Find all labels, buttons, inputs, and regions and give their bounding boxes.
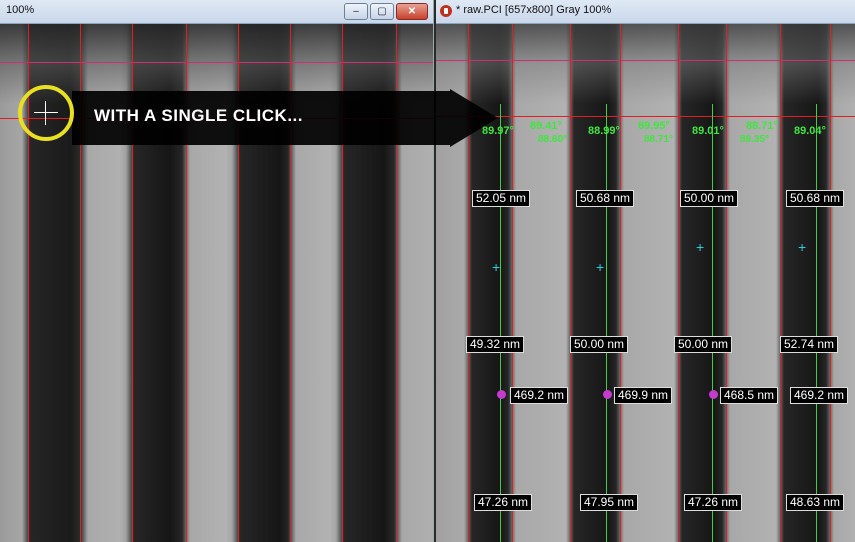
sidewall-angle: 89.04° [794,125,826,137]
cd-top-label[interactable]: 50.00 nm [680,190,739,207]
right-window-title: * raw.PCI [657x800] Gray 100% [456,4,612,16]
sidewall-angle: 89.95° [638,120,670,132]
callout-banner: WITH A SINGLE CLICK... [72,89,498,147]
reference-line [436,60,855,61]
close-icon: ✕ [407,6,417,17]
left-window-title: 100% [6,4,35,16]
click-highlight-ring [18,85,74,141]
cd-bottom-label[interactable]: 47.95 nm [580,494,639,511]
minimize-button[interactable]: ‒ [344,3,368,20]
maximize-button[interactable]: ▢ [370,3,394,20]
left-image-window[interactable]: 100% ‒ ▢ ✕ [0,0,434,542]
edge-contour [726,24,727,542]
sidewall-angle: 89.01° [692,125,724,137]
centroid-cross-icon: + [798,239,807,255]
cd-mid-label[interactable]: 50.00 nm [570,336,629,353]
cd-bottom-label[interactable]: 48.63 nm [786,494,845,511]
edge-contour [830,24,831,542]
edge-contour [780,24,781,542]
cd-mid-label[interactable]: 49.32 nm [466,336,525,353]
centroid-cross-icon: + [596,259,605,275]
sidewall-angle: 88.99° [588,125,620,137]
fit-line [606,104,607,542]
cd-top-label[interactable]: 50.68 nm [786,190,845,207]
cd-bottom-label[interactable]: 47.26 nm [684,494,743,511]
fit-line [816,104,817,542]
edge-contour [678,24,679,542]
cd-top-label[interactable]: 50.68 nm [576,190,635,207]
sidewall-angle: 89.41° [530,120,562,132]
pitch-label[interactable]: 469.2 nm [510,387,569,404]
callout-text: WITH A SINGLE CLICK... [94,106,304,125]
fit-line [500,104,501,542]
centroid-cross-icon: + [696,239,705,255]
sidewall-angle: 88.71° [746,120,778,132]
pitch-marker [497,390,506,399]
centroid-cross-icon: + [492,259,501,275]
pitch-label[interactable]: 468.5 nm [720,387,779,404]
cd-bottom-label[interactable]: 47.26 nm [474,494,533,511]
fit-line [712,104,713,542]
pitch-label[interactable]: 469.2 nm [790,387,849,404]
left-window-titlebar[interactable]: 100% ‒ ▢ ✕ [0,0,433,24]
edge-contour [620,24,621,542]
right-image-window[interactable]: * raw.PCI [657x800] Gray 100% 89.97° 89.… [436,0,855,542]
sidewall-angle-sub: 88.71° [644,134,674,145]
pitch-marker [603,390,612,399]
app-icon [440,5,452,17]
sidewall-angle-sub: 88.60° [538,134,568,145]
reference-line [436,116,855,117]
pitch-label[interactable]: 469.9 nm [614,387,673,404]
edge-contour [570,24,571,542]
cd-mid-label[interactable]: 50.00 nm [674,336,733,353]
pitch-marker [709,390,718,399]
sidewall-angle-sub: 89.35° [740,134,770,145]
reference-line [0,62,433,63]
cd-top-label[interactable]: 52.05 nm [472,190,531,207]
edge-contour [512,24,513,542]
right-sem-image[interactable]: 89.97° 89.41° 88.60° 88.99° 89.95° 88.71… [436,24,855,542]
minimize-icon: ‒ [353,6,359,17]
close-button[interactable]: ✕ [396,3,428,20]
right-window-titlebar[interactable]: * raw.PCI [657x800] Gray 100% [436,0,855,24]
maximize-icon: ▢ [377,6,387,17]
cd-mid-label[interactable]: 52.74 nm [780,336,839,353]
crosshair-icon [34,112,58,113]
